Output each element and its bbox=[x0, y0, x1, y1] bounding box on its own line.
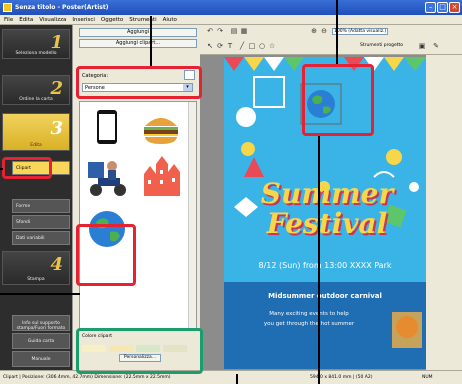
window-title: Senza titolo - Poster(Artist) bbox=[15, 4, 109, 11]
callout-line bbox=[0, 168, 3, 170]
paper-guide-button[interactable]: Guida carta bbox=[12, 333, 70, 349]
paint-icon[interactable]: ✎ bbox=[432, 42, 440, 50]
project-tools-label[interactable]: Strumenti progetto bbox=[360, 43, 403, 48]
menu-tools[interactable]: Strumenti bbox=[129, 17, 156, 23]
clipart-buildings[interactable] bbox=[138, 154, 184, 200]
poster-line-2: you get through the hot summer bbox=[263, 321, 355, 327]
layers-icon[interactable]: ▣ bbox=[418, 42, 426, 50]
star-tool-icon[interactable]: ☆ bbox=[268, 42, 276, 50]
zoom-in-icon[interactable]: ⊕ bbox=[310, 27, 318, 35]
gallery-scrollbar[interactable] bbox=[188, 102, 196, 346]
step-number: 2 bbox=[50, 78, 63, 99]
ellipse-tool-icon[interactable]: ○ bbox=[258, 42, 266, 50]
steps-sidebar: 1 Seleziona modello 2 Ordine la carta 3 … bbox=[0, 25, 72, 370]
add-button[interactable]: Aggiungi bbox=[79, 28, 197, 37]
callout-category bbox=[76, 66, 202, 99]
menu-file[interactable]: File bbox=[4, 17, 13, 23]
step-number: 1 bbox=[50, 32, 63, 53]
menu-view[interactable]: Visualizza bbox=[39, 17, 66, 23]
menu-insert[interactable]: Inserisci bbox=[72, 17, 95, 23]
step-4-button[interactable]: 4 Stampa bbox=[2, 251, 70, 285]
scooter-icon bbox=[88, 161, 126, 196]
menu-bar: File Edita Visualizza Inserisci Oggetto … bbox=[0, 15, 462, 25]
chart-icon[interactable]: ▦ bbox=[240, 27, 248, 35]
step-3-button[interactable]: 3 Edita bbox=[2, 113, 70, 151]
manual-button[interactable]: Manuale bbox=[12, 351, 70, 367]
app-icon bbox=[3, 3, 12, 12]
line-tool-icon[interactable]: ╱ bbox=[238, 42, 246, 50]
title-bar: Senza titolo - Poster(Artist) – □ × bbox=[0, 0, 462, 15]
poster-title-2: Festival bbox=[266, 207, 388, 240]
menu-help[interactable]: Aiuto bbox=[163, 17, 177, 23]
poster-date: 8/12 (Sun) from 13:00 XXXX Park bbox=[258, 261, 392, 270]
sidebar-item-dati[interactable]: Dati variabili bbox=[12, 231, 70, 245]
clipart-delivery-scooter[interactable] bbox=[84, 154, 130, 200]
step-label: Stampa bbox=[27, 277, 45, 282]
support-info-button[interactable]: Info sul supporto stampa/Fuori formato bbox=[12, 315, 70, 331]
step-label: Edita bbox=[30, 143, 42, 148]
callout-line bbox=[236, 374, 238, 384]
undo-icon[interactable]: ↶ bbox=[206, 27, 214, 35]
status-bar: Clipart | Posizione: (306.4mm, 42.7mm) D… bbox=[0, 370, 462, 384]
minimize-button[interactable]: – bbox=[425, 2, 436, 13]
status-right: NUM bbox=[422, 375, 433, 380]
step-label: Seleziona modello bbox=[15, 51, 57, 56]
close-button[interactable]: × bbox=[449, 2, 460, 13]
rect-tool-icon[interactable]: □ bbox=[248, 42, 256, 50]
callout-line bbox=[0, 293, 80, 295]
zoom-select[interactable]: 100% (Adatta visualiz.) bbox=[332, 28, 388, 35]
menu-object[interactable]: Oggetto bbox=[101, 17, 123, 23]
buildings-icon bbox=[144, 156, 180, 196]
right-panel bbox=[426, 55, 462, 370]
poster-tagline: Midsummer outdoor carnival bbox=[268, 292, 382, 300]
select-arrow-icon[interactable]: ↖ bbox=[206, 42, 214, 50]
menu-edit[interactable]: Edita bbox=[19, 17, 33, 23]
step-label: Ordine la carta bbox=[19, 97, 53, 102]
callout-color-box bbox=[76, 328, 203, 374]
text-tool-icon[interactable]: T bbox=[226, 42, 234, 50]
poster-title-1: Summer bbox=[260, 177, 394, 210]
smartphone-icon bbox=[97, 110, 117, 144]
poster-line-1: Many exciting events to help bbox=[269, 311, 349, 317]
sidebar-item-forme[interactable]: Forme bbox=[12, 199, 70, 213]
step-2-button[interactable]: 2 Ordine la carta bbox=[2, 75, 70, 105]
status-left: Clipart | Posizione: (306.4mm, 42.7mm) D… bbox=[3, 375, 171, 380]
sidebar-item-sfondi[interactable]: Sfondi bbox=[12, 215, 70, 229]
hamburger-icon bbox=[144, 118, 178, 144]
clipart-hamburger[interactable] bbox=[138, 104, 184, 150]
toolbar: ↶ ↷ ▤ ▦ ⊕ ⊖ 100% (Adatta visualiz.) ↖ ⟳ … bbox=[200, 25, 462, 55]
callout-line bbox=[150, 16, 152, 66]
clipart-smartphone[interactable] bbox=[84, 104, 130, 150]
window-controls: – □ × bbox=[425, 2, 460, 13]
step-1-button[interactable]: 1 Seleziona modello bbox=[2, 29, 70, 59]
callout-line bbox=[336, 0, 338, 64]
rotate-icon[interactable]: ⟳ bbox=[216, 42, 224, 50]
zoom-out-icon[interactable]: ⊖ bbox=[320, 27, 328, 35]
callout-line bbox=[318, 136, 320, 384]
app-window: Senza titolo - Poster(Artist) – □ × File… bbox=[0, 0, 462, 384]
callout-globe-clipart bbox=[76, 224, 136, 286]
redo-icon[interactable]: ↷ bbox=[216, 27, 224, 35]
callout-placed-globe bbox=[302, 64, 374, 136]
add-clipart-button[interactable]: Aggiungi clipart... bbox=[79, 39, 197, 48]
image-icon[interactable]: ▤ bbox=[230, 27, 238, 35]
step-number: 4 bbox=[50, 254, 63, 275]
callout-clipart-item bbox=[2, 157, 52, 179]
step-number: 3 bbox=[50, 118, 63, 139]
maximize-button[interactable]: □ bbox=[437, 2, 448, 13]
